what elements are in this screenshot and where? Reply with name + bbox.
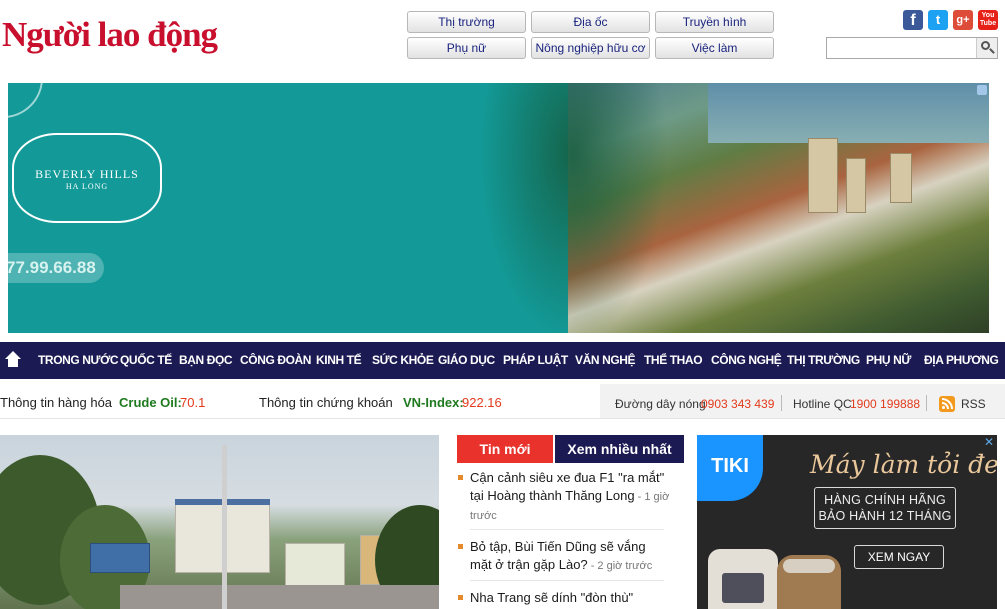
tiki-box-line2: BẢO HÀNH 12 THÁNG [818, 509, 952, 523]
ad-brand-logo: BEVERLY HILLS HA LONG [12, 133, 162, 223]
bullet-icon [458, 475, 463, 480]
home-icon[interactable] [5, 351, 22, 368]
tiki-warranty-box: HÀNG CHÍNH HÃNG BẢO HÀNH 12 THÁNG [814, 487, 956, 529]
nav-dia-phuong[interactable]: ĐỊA PHƯƠNG [924, 342, 999, 379]
nav-cong-nghe[interactable]: CÔNG NGHỆ [711, 342, 782, 379]
tiki-slogan: Máy làm tỏi đen [810, 450, 997, 479]
ad-palm-leaves [478, 83, 668, 333]
ad-hotline-label: Hotline QC [793, 397, 852, 411]
nav-thi-truong[interactable]: THỊ TRƯỜNG [787, 342, 860, 379]
banner-ad[interactable]: BEVERLY HILLS HA LONG 77.99.66.88 [8, 83, 989, 333]
rice-cooker-image [708, 549, 778, 609]
hotline-number[interactable]: 0903 343 439 [701, 397, 774, 411]
adchoices-icon[interactable] [977, 85, 987, 95]
news-time: - 2 giờ trước [587, 560, 653, 572]
ad-brand-location: HA LONG [65, 182, 109, 191]
stock-name: VN-Index: [403, 395, 464, 410]
facebook-icon[interactable]: f [903, 10, 923, 30]
stock-label[interactable]: Thông tin chứng khoán [259, 395, 393, 410]
tiki-box-line1: HÀNG CHÍNH HÃNG [824, 493, 946, 507]
tiki-logo: TIKI [697, 435, 763, 501]
stock-value: 922.16 [462, 395, 502, 410]
top-link-viec-lam[interactable]: Việc làm [655, 37, 774, 59]
nav-phap-luat[interactable]: PHÁP LUẬT [503, 342, 568, 379]
tiki-ad[interactable]: TIKI Máy làm tỏi đen HÀNG CHÍNH HÃNG BẢO… [697, 435, 997, 609]
lead-article-image[interactable] [0, 435, 439, 609]
news-item[interactable]: Bỏ tập, Bùi Tiến Dũng sẽ vắng mặt ở trận… [458, 538, 670, 575]
commodity-value: 70.1 [180, 395, 206, 410]
news-title[interactable]: Nha Trang sẽ dính "đòn thù" [470, 590, 633, 605]
ad-hotline-number[interactable]: 1900 199888 [850, 397, 920, 411]
hotline-label: Đường dây nóng [615, 397, 706, 411]
top-link-phu-nu[interactable]: Phụ nữ [407, 37, 526, 59]
rss-link[interactable]: RSS [961, 397, 986, 411]
rice-cooker-image [777, 555, 841, 609]
ad-phone-number: 77.99.66.88 [8, 253, 104, 283]
nav-quoc-te[interactable]: QUỐC TẾ [120, 342, 172, 379]
site-logo[interactable]: Người lao động [2, 12, 218, 58]
twitter-icon[interactable]: t [928, 10, 948, 30]
tab-most-viewed[interactable]: Xem nhiều nhất [555, 435, 684, 463]
nav-van-nghe[interactable]: VĂN NGHỆ [575, 342, 636, 379]
nav-phu-nu[interactable]: PHỤ NỮ [866, 342, 911, 379]
youtube-icon-text-2: Tube [979, 20, 997, 27]
tiki-cta-button[interactable]: XEM NGAY [854, 545, 944, 569]
nav-kinh-te[interactable]: KINH TẾ [316, 342, 362, 379]
search-box [826, 37, 998, 59]
top-link-thi-truong[interactable]: Thị trường [407, 11, 526, 33]
bullet-icon [458, 595, 463, 600]
top-link-truyen-hinh[interactable]: Truyền hình [655, 11, 774, 33]
nav-trong-nuoc[interactable]: TRONG NƯỚC [38, 342, 119, 379]
news-item[interactable]: Nha Trang sẽ dính "đòn thù" [458, 589, 670, 608]
nav-cong-doan[interactable]: CÔNG ĐOÀN [240, 342, 311, 379]
top-link-nong-nghiep[interactable]: Nông nghiệp hữu cơ [531, 37, 650, 59]
nav-ban-doc[interactable]: BẠN ĐỌC [179, 342, 233, 379]
search-input[interactable] [827, 38, 977, 58]
news-item[interactable]: Cận cảnh siêu xe đua F1 "ra mắt" tại Hoà… [458, 469, 670, 525]
youtube-icon-text-1: You [981, 12, 995, 19]
nav-giao-duc[interactable]: GIÁO DỤC [438, 342, 495, 379]
commodity-label[interactable]: Thông tin hàng hóa [0, 395, 112, 410]
page: Người lao động Thị trường Địa ốc Truyền … [0, 0, 1005, 609]
nav-the-thao[interactable]: THỂ THAO [644, 342, 703, 379]
search-button[interactable] [976, 38, 997, 58]
nav-suc-khoe[interactable]: SỨC KHỎE [372, 342, 434, 379]
googleplus-icon[interactable]: g+ [953, 10, 973, 30]
youtube-icon[interactable]: You Tube [978, 10, 998, 30]
commodity-name: Crude Oil: [119, 395, 182, 410]
tab-latest-news[interactable]: Tin mới [457, 435, 553, 463]
main-nav: TRONG NƯỚC QUỐC TẾ BẠN ĐỌC CÔNG ĐOÀN KIN… [0, 342, 1005, 379]
top-link-dia-oc[interactable]: Địa ốc [531, 11, 650, 33]
ad-brand-name: BEVERLY HILLS [35, 167, 139, 181]
rss-icon[interactable] [939, 396, 955, 412]
bullet-icon [458, 544, 463, 549]
ad-close-icon[interactable]: ✕ [984, 436, 996, 448]
